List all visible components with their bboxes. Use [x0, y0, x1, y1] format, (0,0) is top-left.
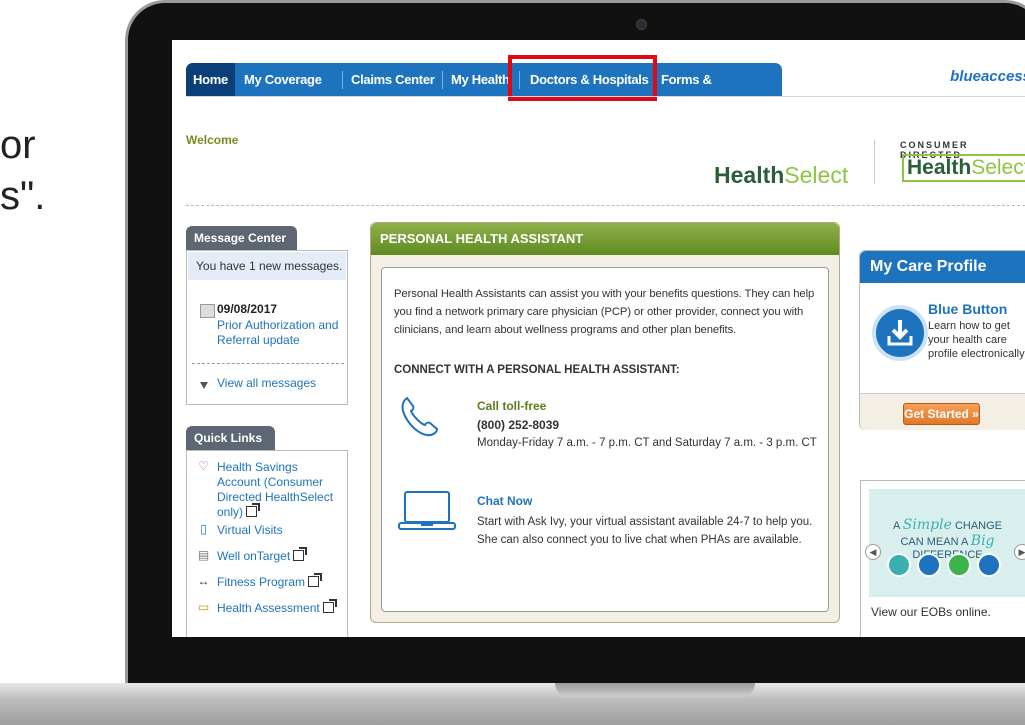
call-hours: Monday-Friday 7 a.m. - 7 p.m. CT and Sat… — [477, 437, 817, 449]
lock-icon — [917, 553, 941, 577]
external-link-icon — [308, 573, 323, 587]
phone-icon — [401, 396, 439, 437]
briefcase-icon: ▭ — [197, 600, 210, 614]
laptop-notch — [555, 683, 755, 697]
quick-links-title: Quick Links — [186, 426, 275, 450]
nav-underline — [186, 96, 1025, 97]
pha-content: Personal Health Assistants can assist yo… — [381, 267, 829, 612]
laptop-base — [0, 683, 1025, 725]
my-care-profile-panel: My Care Profile Blue Button Learn how to… — [859, 250, 1025, 430]
nav-separator — [342, 71, 343, 89]
external-link-icon — [246, 503, 261, 517]
nav-my-coverage[interactable]: My Coverage — [244, 63, 322, 96]
message-date: 09/08/2017 — [217, 302, 278, 316]
view-all-messages-link[interactable]: View all messages — [217, 376, 316, 390]
cd-healthselect-logo: HealthSelect — [902, 154, 1025, 182]
header-divider — [186, 205, 1025, 206]
chat-description: Start with Ask Ivy, your virtual assista… — [477, 516, 813, 546]
main-nav: Home My Coverage Claims Center My Health… — [186, 63, 782, 120]
carousel-prev-button[interactable]: ◀ — [865, 544, 881, 560]
slide-text-line1: or — [0, 123, 36, 167]
my-care-profile-title: My Care Profile — [860, 251, 1025, 283]
new-messages-banner: You have 1 new messages. — [188, 252, 346, 280]
slide-text-line2: s". — [0, 174, 46, 218]
piggy-bank-icon: ♡ — [198, 459, 209, 473]
call-toll-free-title: Call toll-free — [477, 399, 547, 413]
message-divider — [192, 363, 344, 364]
quick-link-health-assessment[interactable]: Health Assessment — [217, 599, 337, 616]
nav-my-health[interactable]: My Health — [451, 63, 510, 96]
quick-link-fitness-program[interactable]: Fitness Program — [217, 573, 323, 590]
browser-screen: Home My Coverage Claims Center My Health… — [172, 40, 1025, 637]
laptop-icon — [398, 491, 456, 530]
eob-promo-panel: A Simple CHANGE CAN MEAN A Big DIFFERENC… — [860, 480, 1025, 637]
quick-links-panel: ♡ Health Savings Account (Consumer Direc… — [186, 450, 348, 637]
mobile-icon: ▯ — [200, 522, 207, 536]
logo-divider — [874, 140, 875, 184]
quick-link-hsa[interactable]: Health Savings Account (Consumer Directe… — [217, 460, 342, 520]
quick-link-virtual-visits[interactable]: Virtual Visits — [217, 523, 283, 538]
external-link-icon — [293, 547, 308, 561]
quick-link-well-ontarget[interactable]: Well onTarget — [217, 547, 308, 564]
globe-icon — [887, 553, 911, 577]
message-center-panel: You have 1 new messages. 09/08/2017 Prio… — [186, 250, 348, 405]
pha-intro: Personal Health Assistants can assist yo… — [394, 288, 815, 336]
mobile-icon — [977, 553, 1001, 577]
nav-claims-center[interactable]: Claims Center — [351, 63, 435, 96]
eob-banner[interactable]: A Simple CHANGE CAN MEAN A Big DIFFERENC… — [865, 489, 1025, 597]
blueaccess-logo[interactable]: blueaccess — [950, 68, 1025, 85]
care-profile-footer: Get Started » — [860, 393, 1025, 430]
blue-button-description: Learn how to get your health care profil… — [928, 320, 1025, 360]
healthselect-logo: HealthSelect — [714, 162, 849, 188]
message-center-title: Message Center — [186, 226, 297, 250]
welcome-text: Welcome — [186, 133, 239, 147]
external-link-icon — [322, 599, 337, 613]
eob-text: View our EOBs online. — [871, 605, 991, 619]
message-icon — [200, 304, 215, 318]
nav-forms-documents[interactable]: Forms & Documents — [661, 63, 782, 120]
chat-now-link[interactable]: Chat Now — [477, 494, 532, 508]
pha-panel: PERSONAL HEALTH ASSISTANT Personal Healt… — [370, 222, 840, 623]
blue-button-title[interactable]: Blue Button — [928, 301, 1007, 317]
nav-home[interactable]: Home — [186, 63, 235, 96]
nav-separator — [442, 71, 443, 89]
dumbbell-icon: ↔ — [197, 574, 210, 588]
triangle-down-icon — [200, 382, 208, 389]
webcam — [636, 19, 647, 30]
highlight-box — [508, 55, 657, 101]
carousel-next-button[interactable]: ▶ — [1014, 544, 1025, 560]
clipboard-icon: ▤ — [197, 548, 210, 562]
pha-title: PERSONAL HEALTH ASSISTANT — [371, 223, 839, 255]
get-started-button[interactable]: Get Started » — [903, 403, 980, 425]
monitor-icon — [947, 553, 971, 577]
phone-number[interactable]: (800) 252-8039 — [477, 418, 559, 432]
download-icon — [872, 305, 928, 361]
message-subject-link[interactable]: Prior Authorization and Referral update — [217, 318, 347, 348]
pha-connect-heading: CONNECT WITH A PERSONAL HEALTH ASSISTANT… — [394, 364, 680, 376]
